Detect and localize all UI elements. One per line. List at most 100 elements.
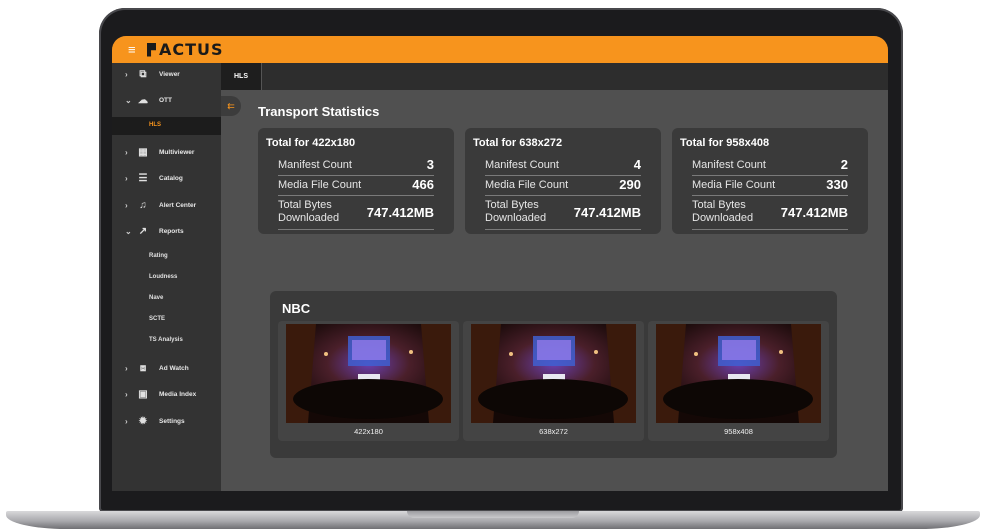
channel-title: NBC — [282, 301, 311, 316]
sidebar-item-ad-watch[interactable]: › ⧈ Ad Watch — [112, 358, 221, 378]
bytes-label-line1: Total Bytes — [485, 199, 539, 211]
bell-icon: ♫ — [139, 199, 147, 211]
sidebar-subitem-rating[interactable]: Rating — [112, 248, 221, 266]
monitor-icon: ⧉ — [139, 68, 147, 80]
sidebar-subitem-label: Loudness — [149, 274, 178, 280]
bytes-label-line2: Downloaded — [485, 212, 547, 224]
manifest-count-value: 3 — [426, 157, 434, 172]
stats-card: Total for 422x180 Manifest Count 3 Media… — [258, 128, 454, 234]
actus-logo[interactable]: ACTUS — [147, 40, 224, 59]
sidebar-item-label: Media Index — [159, 390, 197, 398]
stream-thumbnail[interactable] — [286, 324, 451, 423]
sidebar-subitem-label: TS Analysis — [149, 337, 183, 343]
sidebar-subitem-label: HLS — [149, 122, 161, 128]
channel-panel: NBC 422x180 638x272 958x408 — [270, 291, 837, 458]
ad-icon: ⧈ — [139, 362, 147, 374]
media-count-label: Media File Count — [485, 179, 569, 191]
sidebar-item-label: OTT — [159, 96, 172, 104]
sidebar-subitem-nave[interactable]: Nave — [112, 290, 221, 308]
laptop-base-notch — [407, 511, 579, 518]
media-count-row: Media File Count 466 — [278, 177, 434, 196]
list-icon: ☰ — [138, 172, 148, 184]
thumbnail-label: 958x408 — [724, 427, 753, 436]
grid-icon: ▦ — [138, 146, 148, 158]
bytes-value: 747.412MB — [366, 205, 434, 220]
chevron-down-icon: ⌄ — [125, 226, 132, 236]
chevron-down-icon: ⌄ — [125, 95, 132, 105]
sidebar-item-label: Settings — [159, 417, 185, 425]
gear-icon: ✹ — [138, 415, 148, 427]
sidebar-item-label: Alert Center — [159, 201, 197, 209]
page-title: Transport Statistics — [258, 104, 380, 119]
menu-icon[interactable]: ≡ — [128, 42, 136, 57]
logo-mark-icon — [147, 42, 156, 57]
media-count-value: 290 — [619, 177, 641, 192]
sidebar: › ⧉ Viewer ⌄ ☁ OTT HLS › ▦ Multiviewer ›… — [112, 63, 221, 491]
sidebar-item-label: Viewer — [159, 70, 180, 78]
tab-hls[interactable]: HLS — [221, 63, 262, 90]
sidebar-item-label: Catalog — [159, 174, 183, 182]
sidebar-subitem-label: Nave — [149, 295, 164, 301]
sidebar-item-catalog[interactable]: › ☰ Catalog — [112, 168, 221, 188]
manifest-count-row: Manifest Count 3 — [278, 157, 434, 176]
collapse-sidebar-icon[interactable]: ⇇ — [221, 96, 241, 116]
sidebar-subitem-ts-analysis[interactable]: TS Analysis — [112, 332, 221, 350]
manifest-count-label: Manifest Count — [692, 159, 766, 171]
manifest-count-value: 2 — [840, 157, 848, 172]
sidebar-item-alert-center[interactable]: › ♫ Alert Center — [112, 195, 221, 215]
sidebar-item-label: Multiviewer — [159, 148, 195, 156]
bytes-label-line2: Downloaded — [278, 212, 340, 224]
sidebar-subitem-hls[interactable]: HLS — [112, 117, 221, 135]
stream-thumbnail[interactable] — [471, 324, 636, 423]
bytes-row: Total Bytes Downloaded 747.412MB — [278, 197, 434, 230]
bytes-label-line1: Total Bytes — [278, 199, 332, 211]
trend-icon: ↗ — [138, 225, 148, 237]
stream-thumbnail-card[interactable]: 638x272 — [463, 321, 644, 441]
thumbnail-label: 422x180 — [354, 427, 383, 436]
bytes-row: Total Bytes Downloaded 747.412MB — [692, 197, 848, 230]
sidebar-item-settings[interactable]: › ✹ Settings — [112, 411, 221, 431]
bytes-label-line2: Downloaded — [692, 212, 754, 224]
media-count-row: Media File Count 290 — [485, 177, 641, 196]
chevron-right-icon: › — [125, 389, 128, 399]
manifest-count-value: 4 — [633, 157, 641, 172]
stream-thumbnail[interactable] — [656, 324, 821, 423]
chevron-right-icon: › — [125, 173, 128, 183]
media-count-label: Media File Count — [692, 179, 776, 191]
sidebar-subitem-scte[interactable]: SCTE — [112, 311, 221, 329]
chevron-right-icon: › — [125, 200, 128, 210]
media-count-value: 466 — [412, 177, 434, 192]
top-bar: ≡ ACTUS — [112, 36, 888, 63]
sidebar-item-viewer[interactable]: › ⧉ Viewer — [112, 64, 221, 84]
card-title: Total for 422x180 — [266, 137, 356, 149]
bytes-value: 747.412MB — [780, 205, 848, 220]
film-icon: ▣ — [138, 388, 148, 400]
chevron-right-icon: › — [125, 363, 128, 373]
stream-thumbnail-card[interactable]: 422x180 — [278, 321, 459, 441]
chevron-right-icon: › — [125, 69, 128, 79]
sidebar-item-multiviewer[interactable]: › ▦ Multiviewer — [112, 142, 221, 162]
manifest-count-row: Manifest Count 2 — [692, 157, 848, 176]
chevron-right-icon: › — [125, 147, 128, 157]
logo-text: ACTUS — [159, 40, 224, 59]
sidebar-subitem-label: SCTE — [149, 316, 166, 322]
media-count-value: 330 — [826, 177, 848, 192]
bytes-value: 747.412MB — [573, 205, 641, 220]
sidebar-subitem-loudness[interactable]: Loudness — [112, 269, 221, 287]
app-screen: ≡ ACTUS › ⧉ Viewer ⌄ ☁ OTT HLS › ▦ Multi… — [112, 36, 888, 491]
sidebar-item-reports[interactable]: ⌄ ↗ Reports — [112, 221, 221, 241]
card-title: Total for 958x408 — [680, 137, 770, 149]
bytes-row: Total Bytes Downloaded 747.412MB — [485, 197, 641, 230]
chevron-right-icon: › — [125, 416, 128, 426]
manifest-count-label: Manifest Count — [278, 159, 352, 171]
card-title: Total for 638x272 — [473, 137, 563, 149]
stream-thumbnail-card[interactable]: 958x408 — [648, 321, 829, 441]
manifest-count-label: Manifest Count — [485, 159, 559, 171]
stats-card: Total for 638x272 Manifest Count 4 Media… — [465, 128, 661, 234]
sidebar-item-ott[interactable]: ⌄ ☁ OTT — [112, 90, 221, 110]
manifest-count-row: Manifest Count 4 — [485, 157, 641, 176]
sidebar-subitem-label: Rating — [149, 253, 168, 259]
thumbnail-label: 638x272 — [539, 427, 568, 436]
sidebar-item-media-index[interactable]: › ▣ Media Index — [112, 384, 221, 404]
concert-stage-image — [471, 324, 636, 423]
